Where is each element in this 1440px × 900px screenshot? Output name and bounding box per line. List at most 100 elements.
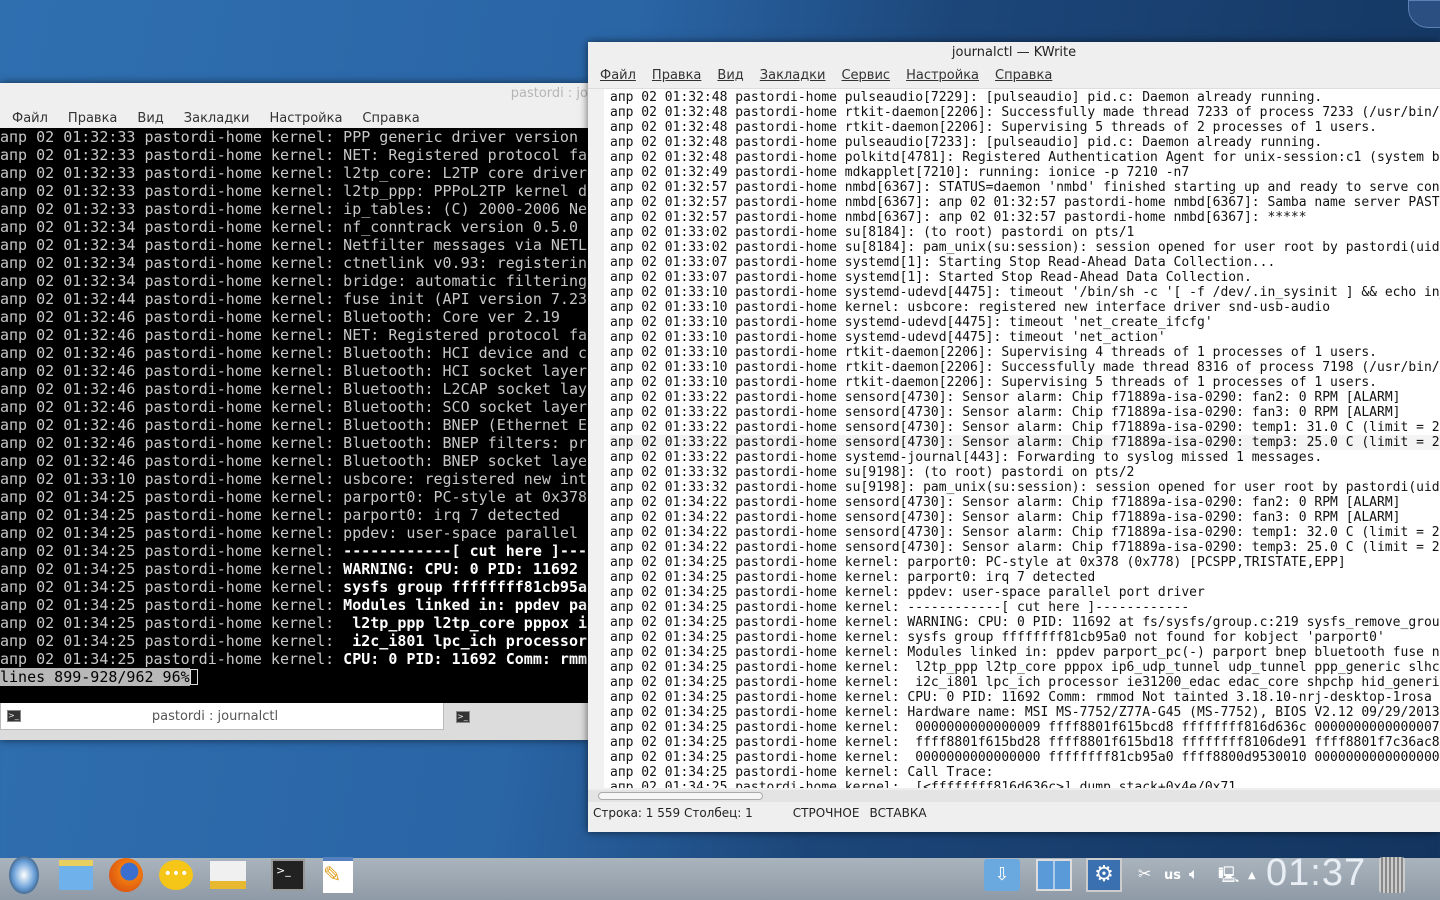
chat-icon[interactable]: ••• <box>156 855 196 895</box>
terminal-icon[interactable]: >_ <box>268 855 308 895</box>
menu-item[interactable]: Настройка <box>906 68 979 83</box>
editor-line: апр 02 01:33:10 pastordi-home systemd-ud… <box>610 330 1166 345</box>
menu-item[interactable]: Закладки <box>760 68 826 83</box>
terminal-line: апр 02 01:34:25 pastordi-home kernel: sy… <box>0 578 588 596</box>
line-message: CPU: 0 PID: 11692 Comm: rmm <box>343 650 588 668</box>
editor-line: апр 02 01:32:57 pastordi-home nmbd[6367]… <box>610 180 1440 195</box>
text-editor[interactable]: апр 02 01:32:48 pastordi-home pulseaudio… <box>588 88 1440 788</box>
line-prefix: апр 02 01:32:46 pastordi-home kernel: <box>0 344 344 362</box>
editor-line: апр 02 01:33:22 pastordi-home systemd-jo… <box>610 450 1323 465</box>
volume-icon[interactable]: 🔈︎ <box>1189 864 1199 884</box>
menu-item[interactable]: Файл <box>12 111 48 126</box>
menu-item[interactable]: Закладки <box>184 111 250 126</box>
firefox-icon[interactable] <box>106 855 146 895</box>
line-prefix: апр 02 01:32:33 pastordi-home kernel: <box>0 146 344 164</box>
trash-icon[interactable] <box>1376 855 1408 895</box>
window-title: pastordi : jo <box>510 86 588 101</box>
editor-line: апр 02 01:33:10 pastordi-home kernel: us… <box>610 300 1331 315</box>
desktop-toolbox[interactable] <box>1408 0 1440 28</box>
line-prefix: апр 02 01:34:25 pastordi-home kernel: <box>0 578 344 596</box>
terminal-icon: >_ <box>456 710 470 723</box>
terminal-line: апр 02 01:32:46 pastordi-home kernel: Bl… <box>0 416 588 434</box>
terminal-screen[interactable]: апр 02 01:32:33 pastordi-home kernel: PP… <box>0 128 588 703</box>
editor-line: апр 02 01:32:49 pastordi-home mdkapplet[… <box>610 165 1190 180</box>
menu-item[interactable]: Вид <box>717 68 743 83</box>
mail-icon[interactable] <box>208 855 248 895</box>
menu-item[interactable]: Файл <box>600 68 636 83</box>
editor-line: апр 02 01:33:22 pastordi-home sensord[47… <box>610 435 1440 450</box>
editor-line: апр 02 01:34:25 pastordi-home kernel: WA… <box>610 615 1440 630</box>
line-message: Bluetooth: HCI device and c <box>343 344 588 362</box>
line-prefix: апр 02 01:34:25 pastordi-home kernel: <box>0 506 344 524</box>
line-prefix: апр 02 01:32:34 pastordi-home kernel: <box>0 218 344 236</box>
line-prefix: апр 02 01:34:25 pastordi-home kernel: <box>0 650 344 668</box>
line-message: Bluetooth: BNEP filters: pr <box>343 434 588 452</box>
line-prefix: апр 02 01:34:25 pastordi-home kernel: <box>0 524 344 542</box>
menu-item[interactable]: Справка <box>995 68 1052 83</box>
line-message: sysfs group ffffffff81cb95a <box>343 578 588 596</box>
network-icon[interactable]: 🖳︎ <box>1218 864 1239 891</box>
editor-line: апр 02 01:33:10 pastordi-home systemd-ud… <box>610 315 1213 330</box>
windows-icon[interactable] <box>1034 855 1074 895</box>
terminal-icon: >_ <box>7 710 21 722</box>
terminal-line: апр 02 01:34:25 pastordi-home kernel: CP… <box>0 650 588 668</box>
editor-line: апр 02 01:33:22 pastordi-home sensord[47… <box>610 420 1440 435</box>
downloads-icon[interactable]: ⇩ <box>982 855 1022 895</box>
menu-item[interactable]: Правка <box>652 68 701 83</box>
terminal-line: апр 02 01:32:46 pastordi-home kernel: Bl… <box>0 452 588 470</box>
line-message: bridge: automatic filtering <box>343 272 588 290</box>
line-message: Bluetooth: Core ver 2.19 <box>343 308 560 326</box>
terminal-tab[interactable]: >_ pastordi : journalctl <box>0 703 444 730</box>
terminal-line: апр 02 01:32:34 pastordi-home kernel: nf… <box>0 218 588 236</box>
menu-item[interactable]: Справка <box>362 111 419 126</box>
editor-lines[interactable]: апр 02 01:32:48 pastordi-home pulseaudio… <box>610 90 1440 788</box>
line-prefix: апр 02 01:34:25 pastordi-home kernel: <box>0 596 344 614</box>
scrollbar-thumb[interactable] <box>598 792 763 800</box>
text-editor-icon[interactable]: ✎ <box>318 855 358 895</box>
terminal-line: апр 02 01:32:33 pastordi-home kernel: l2… <box>0 182 588 200</box>
terminal-line: апр 02 01:32:46 pastordi-home kernel: Bl… <box>0 398 588 416</box>
editor-line: апр 02 01:34:25 pastordi-home kernel: [<… <box>610 780 1237 788</box>
selection-mode[interactable]: СТРОЧНОЕ <box>793 806 860 820</box>
menu-item[interactable]: Правка <box>68 111 117 126</box>
new-tab-button[interactable]: >_ <box>450 703 480 730</box>
terminal-line: апр 02 01:32:33 pastordi-home kernel: NE… <box>0 146 588 164</box>
menu-item[interactable]: Настройка <box>269 111 342 126</box>
terminal-line: апр 02 01:32:33 pastordi-home kernel: l2… <box>0 164 588 182</box>
menu-item[interactable]: Вид <box>137 111 163 126</box>
terminal-line: апр 02 01:32:34 pastordi-home kernel: ct… <box>0 254 588 272</box>
editor-line: апр 02 01:34:25 pastordi-home kernel: sy… <box>610 630 1385 645</box>
tray-expand-icon[interactable]: ▲ <box>1248 870 1256 881</box>
clipboard-icon[interactable]: ✂ <box>1138 864 1151 883</box>
clock[interactable]: 01:37 <box>1266 852 1366 895</box>
line-message: WARNING: CPU: 0 PID: 11692 <box>343 560 578 578</box>
line-message: l2tp_ppp l2tp_core pppox i <box>343 614 588 632</box>
keyboard-layout[interactable]: us <box>1164 868 1181 883</box>
editor-line: апр 02 01:33:10 pastordi-home systemd-ud… <box>610 285 1440 300</box>
editor-line: апр 02 01:34:25 pastordi-home kernel: pp… <box>610 585 1205 600</box>
line-message: Bluetooth: SCO socket layer <box>343 398 588 416</box>
menu-item[interactable]: Сервис <box>841 68 890 83</box>
file-manager-icon[interactable] <box>56 855 96 895</box>
line-prefix: апр 02 01:32:46 pastordi-home kernel: <box>0 380 344 398</box>
horizontal-scrollbar[interactable] <box>588 790 1440 802</box>
line-message: ------------[ cut here ]--- <box>343 542 588 560</box>
settings-icon[interactable]: ⚙ <box>1084 855 1124 895</box>
editor-line: апр 02 01:33:07 pastordi-home systemd[1]… <box>610 270 1252 285</box>
line-prefix: апр 02 01:34:25 pastordi-home kernel: <box>0 614 344 632</box>
line-message: l2tp_ppp: PPPoL2TP kernel d <box>343 182 588 200</box>
editor-line: апр 02 01:34:25 pastordi-home kernel: ff… <box>610 735 1440 750</box>
terminal-line: апр 02 01:32:46 pastordi-home kernel: Bl… <box>0 344 588 362</box>
line-message: PPP generic driver version <box>343 128 578 146</box>
editor-line: апр 02 01:34:25 pastordi-home kernel: pa… <box>610 570 1096 585</box>
line-prefix: апр 02 01:32:34 pastordi-home kernel: <box>0 254 344 272</box>
line-prefix: апр 02 01:32:46 pastordi-home kernel: <box>0 452 344 470</box>
kwrite-window: journalctl — KWrite Файл Правка Вид Закладк… <box>588 42 1440 832</box>
insert-mode[interactable]: ВСТАВКА <box>869 806 926 820</box>
menu-icon[interactable] <box>4 855 44 895</box>
editor-line: апр 02 01:34:25 pastordi-home kernel: 00… <box>610 720 1440 735</box>
terminal-line: апр 02 01:32:46 pastordi-home kernel: Bl… <box>0 362 588 380</box>
editor-line: апр 02 01:34:25 pastordi-home kernel: CP… <box>610 690 1440 705</box>
terminal-line: апр 02 01:32:34 pastordi-home kernel: Ne… <box>0 236 588 254</box>
terminal-line: апр 02 01:32:34 pastordi-home kernel: br… <box>0 272 588 290</box>
